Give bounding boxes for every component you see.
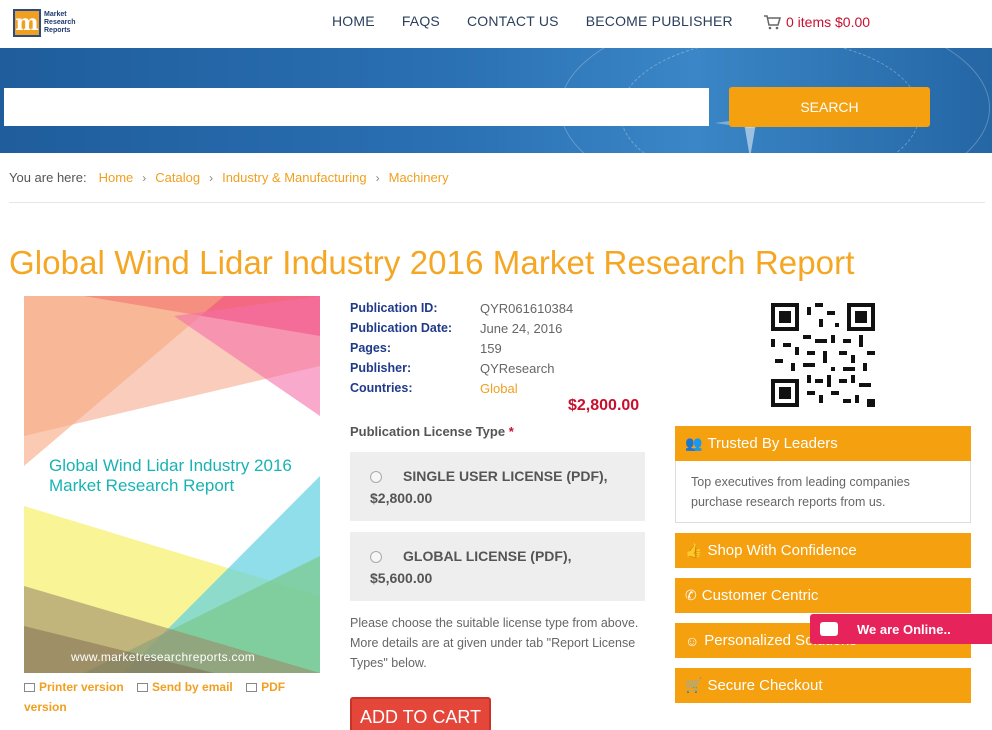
breadcrumb-machinery[interactable]: Machinery [389, 170, 449, 185]
logo-text: Market Research Reports [44, 11, 76, 34]
breadcrumb-home[interactable]: Home [99, 170, 134, 185]
breadcrumb-catalog[interactable]: Catalog [155, 170, 200, 185]
search-banner: SEARCH [0, 48, 992, 153]
detail-value: QYResearch [480, 360, 555, 376]
detail-key: Publication ID: [350, 301, 438, 315]
license-option-single[interactable]: SINGLE USER LICENSE (PDF), $2,800.00 [350, 452, 645, 521]
secure-checkout-box: 🛒 Secure Checkout [675, 668, 971, 703]
chat-bubble-icon [816, 618, 842, 640]
detail-row: Publisher: QYResearch [350, 358, 573, 378]
add-to-cart-button[interactable]: ADD TO CART [350, 697, 491, 730]
pdf-icon [246, 683, 258, 692]
detail-row: Publication ID: QYR061610384 [350, 298, 573, 318]
license-price: $2,800.00 [370, 490, 433, 506]
detail-key: Pages: [350, 341, 391, 355]
main-nav: HOME FAQS CONTACT US BECOME PUBLISHER [332, 13, 760, 29]
trusted-title: Trusted By Leaders [707, 435, 838, 452]
breadcrumb: You are here: Home › Catalog › Industry … [9, 170, 449, 185]
license-radio[interactable] [370, 471, 382, 483]
email-icon [137, 683, 149, 692]
cart-link[interactable]: 0 items $0.00 [763, 14, 870, 30]
trusted-body: Top executives from leading companies pu… [675, 461, 971, 523]
chat-label: We are Online.. [857, 621, 951, 637]
trusted-by-leaders-header: 👥 Trusted By Leaders [675, 426, 971, 461]
detail-key: Publication Date: [350, 321, 453, 335]
send-by-email-link[interactable]: Send by email [152, 680, 233, 694]
breadcrumb-label: You are here: [9, 170, 87, 185]
printer-icon [24, 683, 35, 692]
detail-value-link[interactable]: Global [480, 381, 518, 396]
detail-value: 159 [480, 340, 502, 356]
license-note: Please choose the suitable license type … [350, 616, 639, 670]
detail-value: QYR061610384 [480, 300, 574, 316]
required-mark: * [508, 424, 514, 439]
page-title: Global Wind Lidar Industry 2016 Market R… [9, 244, 855, 281]
chevron-right-icon: › [142, 170, 147, 185]
detail-row: Pages: 159 [350, 338, 573, 358]
users-icon: 👥 [685, 435, 703, 451]
site-logo[interactable]: m Market Research Reports [13, 6, 81, 40]
publication-details: Publication ID: QYR061610384 Publication … [350, 298, 573, 398]
box-label: Customer Centric [701, 587, 819, 604]
cart-summary: 0 items $0.00 [786, 14, 871, 30]
license-radio[interactable] [370, 551, 382, 563]
cover-url: www.marketresearchreports.com [71, 650, 256, 664]
detail-value: June 24, 2016 [480, 320, 563, 336]
divider [9, 202, 985, 203]
shop-with-confidence-box: 👍 Shop With Confidence [675, 533, 971, 568]
nav-contact-us[interactable]: CONTACT US [467, 13, 559, 29]
search-input[interactable] [4, 88, 709, 126]
nav-faqs[interactable]: FAQS [402, 13, 440, 29]
qr-code [771, 303, 875, 407]
license-option-global[interactable]: GLOBAL LICENSE (PDF), $5,600.00 [350, 532, 645, 601]
detail-key: Countries: [350, 381, 413, 395]
box-label: Shop With Confidence [707, 542, 857, 559]
report-price: $2,800.00 [568, 397, 640, 414]
nav-home[interactable]: HOME [332, 13, 375, 29]
nav-become-publisher[interactable]: BECOME PUBLISHER [586, 13, 733, 29]
report-cover-image: Global Wind Lidar Industry 2016 Market R… [24, 296, 320, 673]
printer-version-link[interactable]: Printer version [39, 680, 124, 694]
detail-row: Countries: Global [350, 378, 573, 398]
license-price: $5,600.00 [370, 570, 433, 586]
chevron-right-icon: › [209, 170, 214, 185]
license-name: GLOBAL LICENSE (PDF), [403, 548, 572, 564]
site-header: m Market Research Reports HOME FAQS CONT… [0, 0, 992, 48]
live-chat-widget[interactable]: We are Online.. [810, 614, 992, 644]
pdf-link[interactable]: PDF [261, 680, 285, 694]
thumbs-up-icon: 👍 [685, 542, 703, 558]
license-heading: Publication License Type * [350, 424, 514, 439]
license-name: SINGLE USER LICENSE (PDF), [403, 468, 608, 484]
logo-mark: m [13, 9, 41, 37]
cart-icon: 🛒 [685, 677, 703, 693]
license-heading-text: Publication License Type [350, 424, 506, 439]
detail-row: Publication Date: June 24, 2016 [350, 318, 573, 338]
cover-title: Global Wind Lidar Industry 2016 Market R… [49, 456, 292, 495]
breadcrumb-industry[interactable]: Industry & Manufacturing [222, 170, 367, 185]
smile-icon: ☺ [685, 632, 700, 649]
cart-icon [764, 14, 781, 29]
customer-centric-box: ✆ Customer Centric [675, 578, 971, 613]
box-label: Secure Checkout [707, 677, 823, 694]
chevron-right-icon: › [375, 170, 380, 185]
pdf-version-link[interactable]: version [24, 700, 67, 714]
search-button[interactable]: SEARCH [729, 87, 930, 127]
document-links: Printer version Send by email PDF versio… [24, 677, 314, 717]
phone-icon: ✆ [685, 587, 697, 603]
detail-key: Publisher: [350, 361, 412, 375]
